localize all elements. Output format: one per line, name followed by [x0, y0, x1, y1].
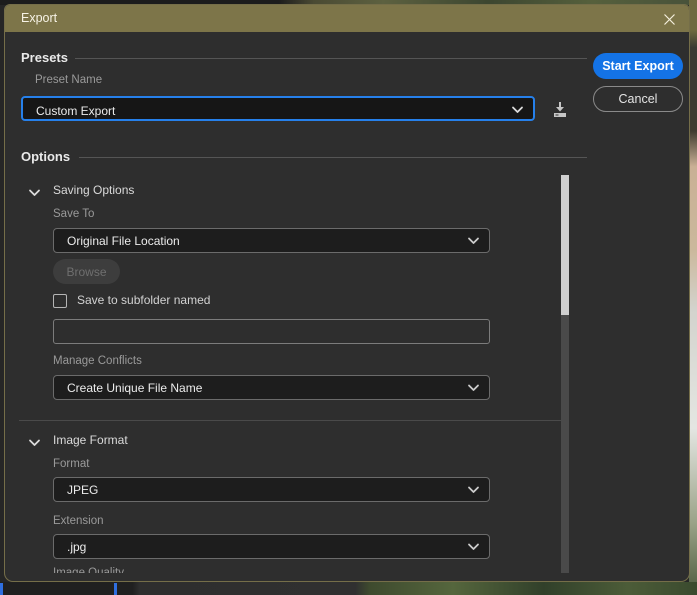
export-dialog: Export Presets Start Export Cancel Prese…: [4, 4, 690, 582]
format-select[interactable]: JPEG: [53, 477, 490, 502]
chevron-down-icon: [512, 106, 523, 113]
manage-conflicts-select[interactable]: Create Unique File Name: [53, 375, 490, 400]
format-value: JPEG: [67, 483, 99, 497]
save-to-label: Save To: [53, 208, 95, 220]
manage-conflicts-label: Manage Conflicts: [53, 355, 142, 367]
image-format-collapse-toggle[interactable]: [28, 435, 41, 453]
options-divider: [79, 157, 587, 158]
options-scroll-area: Saving Options Save To Original File Loc…: [5, 171, 573, 573]
subfolder-checkbox-label: Save to subfolder named: [77, 293, 211, 307]
presets-divider: [75, 58, 587, 59]
extension-value: .jpg: [67, 540, 87, 554]
preset-name-value: Custom Export: [36, 104, 116, 118]
background-accent-mark: [114, 583, 117, 595]
image-format-section-label: Image Format: [53, 433, 128, 447]
background-photo-bottom: [0, 582, 697, 595]
start-export-button[interactable]: Start Export: [593, 53, 683, 79]
image-quality-label: Image Quality: [53, 567, 124, 573]
chevron-down-icon: [468, 486, 479, 493]
saving-options-section-label: Saving Options: [53, 183, 135, 197]
background-photo-right: [689, 0, 697, 595]
chevron-down-icon: [468, 543, 479, 550]
preset-name-select[interactable]: Custom Export: [21, 96, 535, 121]
save-preset-icon: [554, 102, 566, 117]
save-to-select[interactable]: Original File Location: [53, 228, 490, 253]
dialog-title: Export: [21, 11, 58, 25]
format-label: Format: [53, 458, 90, 470]
manage-conflicts-value: Create Unique File Name: [67, 381, 203, 395]
dialog-titlebar: Export: [5, 5, 689, 32]
browse-button[interactable]: Browse: [53, 259, 120, 284]
chevron-down-icon: [29, 439, 40, 446]
subfolder-name-input[interactable]: [53, 319, 490, 344]
extension-label: Extension: [53, 515, 104, 527]
saving-options-collapse-toggle[interactable]: [28, 185, 41, 203]
save-to-value: Original File Location: [67, 234, 180, 248]
presets-heading: Presets: [21, 50, 68, 65]
section-divider: [19, 420, 567, 421]
chevron-down-icon: [468, 237, 479, 244]
scrollbar[interactable]: [561, 175, 569, 573]
background-accent-mark: [0, 583, 3, 595]
preset-name-label: Preset Name: [35, 74, 103, 86]
extension-select[interactable]: .jpg: [53, 534, 490, 559]
scrollbar-thumb[interactable]: [561, 175, 569, 315]
subfolder-checkbox[interactable]: [53, 294, 67, 308]
options-heading: Options: [21, 149, 71, 164]
close-icon: [663, 13, 675, 25]
cancel-button[interactable]: Cancel: [593, 86, 683, 112]
close-button[interactable]: [659, 9, 679, 29]
save-preset-button[interactable]: [550, 101, 570, 124]
chevron-down-icon: [468, 384, 479, 391]
chevron-down-icon: [29, 189, 40, 196]
